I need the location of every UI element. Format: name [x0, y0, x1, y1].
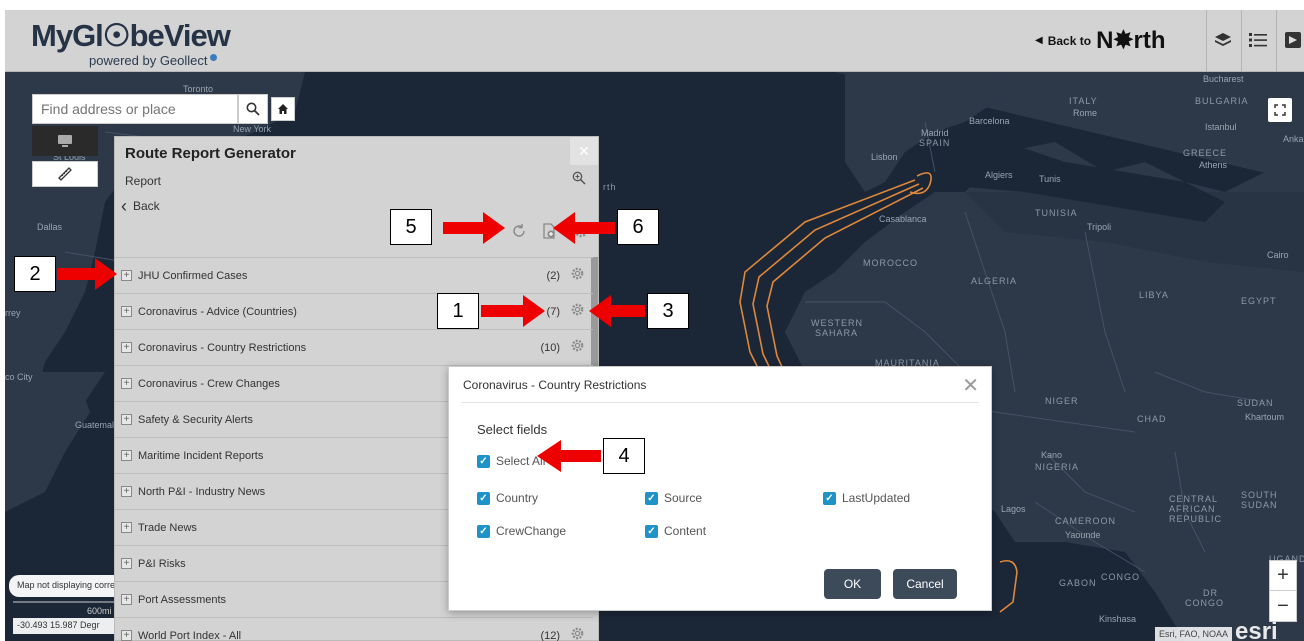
callout-6: 6	[617, 209, 659, 245]
app-frame: MyGl☉beView powered by Geollect ◀ Back t…	[5, 10, 1304, 641]
arrow-3	[589, 295, 645, 327]
callout-5: 5	[390, 209, 432, 245]
arrow-2	[57, 258, 117, 290]
arrow-4	[537, 440, 601, 472]
arrow-5	[443, 212, 505, 244]
arrow-6	[553, 212, 615, 244]
arrow-1	[481, 295, 545, 327]
callout-3: 3	[647, 293, 689, 329]
callout-2: 2	[14, 256, 56, 292]
callout-4: 4	[603, 438, 645, 474]
callout-1: 1	[437, 293, 479, 329]
